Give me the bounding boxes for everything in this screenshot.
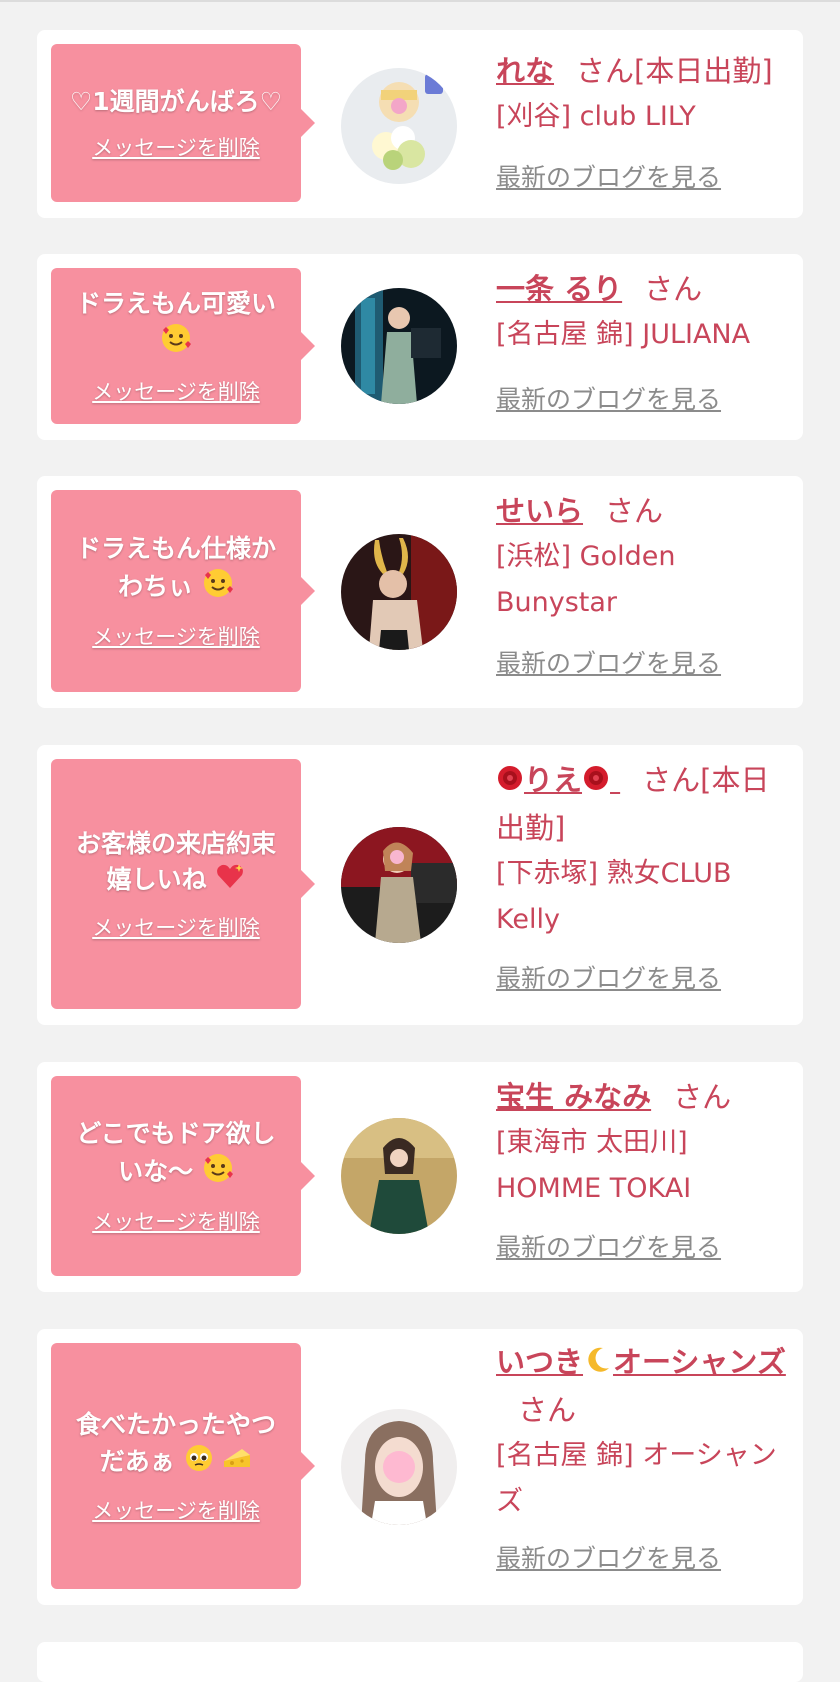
- message-card: ♡1週間がんばろ♡ メッセージを削除 れな さん[本日出勤] [刈谷] club …: [37, 30, 803, 218]
- pleading-face-icon: [184, 1443, 214, 1483]
- cheese-icon: [222, 1445, 252, 1481]
- blog-area: 最新のブログを見る: [496, 745, 791, 1025]
- message-card-partial: [37, 1642, 803, 1682]
- message-bubble: どこでもドア欲しいな〜 メッセージを削除: [51, 1076, 315, 1276]
- message-text: ドラえもん可愛い: [75, 289, 276, 318]
- avatar[interactable]: [341, 1118, 457, 1234]
- message-bubble: ドラえもん可愛い メッセージを削除: [51, 268, 315, 424]
- smiling-face-with-hearts-icon: [160, 322, 192, 364]
- message-card: 食べたかったやつだあぁ メッセージを削除 いつき オーシャンズさん [名古屋 錦…: [37, 1329, 803, 1605]
- blog-area: 最新のブログを見る: [496, 30, 791, 218]
- message-card: ドラえもん可愛い メッセージを削除 一条 るり さん [名古屋 錦] JULIAN…: [37, 254, 803, 440]
- blog-area: 最新のブログを見る: [496, 254, 791, 440]
- latest-blog-link[interactable]: 最新のブログを見る: [496, 158, 721, 194]
- message-bubble: 食べたかったやつだあぁ メッセージを削除: [51, 1343, 315, 1589]
- message-text: どこでもドア欲しいな〜: [76, 1119, 276, 1186]
- delete-message-link[interactable]: メッセージを削除: [92, 912, 260, 942]
- avatar[interactable]: [341, 288, 457, 404]
- latest-blog-link[interactable]: 最新のブログを見る: [496, 1539, 721, 1575]
- latest-blog-link[interactable]: 最新のブログを見る: [496, 380, 721, 416]
- sparkling-heart-icon: [215, 862, 245, 900]
- message-card: お客様の来店約束嬉しいね メッセージを削除 りえ さん[本日出勤] [下赤塚] …: [37, 745, 803, 1025]
- blog-area: 最新のブログを見る: [496, 1329, 791, 1605]
- delete-message-link[interactable]: メッセージを削除: [92, 1206, 260, 1236]
- avatar[interactable]: [341, 534, 457, 650]
- avatar[interactable]: [341, 68, 457, 184]
- smiling-face-with-hearts-icon: [202, 567, 234, 609]
- delete-message-link[interactable]: メッセージを削除: [92, 1495, 260, 1525]
- latest-blog-link[interactable]: 最新のブログを見る: [496, 959, 721, 995]
- top-divider: [0, 0, 840, 2]
- message-bubble: ドラえもん仕様かわちぃ メッセージを削除: [51, 490, 315, 692]
- message-bubble: お客様の来店約束嬉しいね メッセージを削除: [51, 759, 315, 1009]
- avatar[interactable]: [341, 827, 457, 943]
- smiling-face-with-hearts-icon: [202, 1152, 234, 1194]
- latest-blog-link[interactable]: 最新のブログを見る: [496, 644, 721, 680]
- delete-message-link[interactable]: メッセージを削除: [92, 621, 260, 651]
- message-card: ドラえもん仕様かわちぃ メッセージを削除 せいら さん [浜松] Golden …: [37, 476, 803, 708]
- message-text: お客様の来店約束嬉しいね: [75, 829, 276, 894]
- delete-message-link[interactable]: メッセージを削除: [92, 132, 260, 162]
- avatar[interactable]: [341, 1409, 457, 1525]
- blog-area: 最新のブログを見る: [496, 476, 791, 708]
- message-bubble: ♡1週間がんばろ♡ メッセージを削除: [51, 44, 315, 202]
- message-card: どこでもドア欲しいな〜 メッセージを削除 宝生 みなみ さん [東海市 太田川] …: [37, 1062, 803, 1292]
- message-text: ♡1週間がんばろ♡: [69, 87, 283, 116]
- delete-message-link[interactable]: メッセージを削除: [92, 376, 260, 406]
- latest-blog-link[interactable]: 最新のブログを見る: [496, 1228, 721, 1264]
- message-text: ドラえもん仕様かわちぃ: [75, 534, 276, 601]
- blog-area: 最新のブログを見る: [496, 1062, 791, 1292]
